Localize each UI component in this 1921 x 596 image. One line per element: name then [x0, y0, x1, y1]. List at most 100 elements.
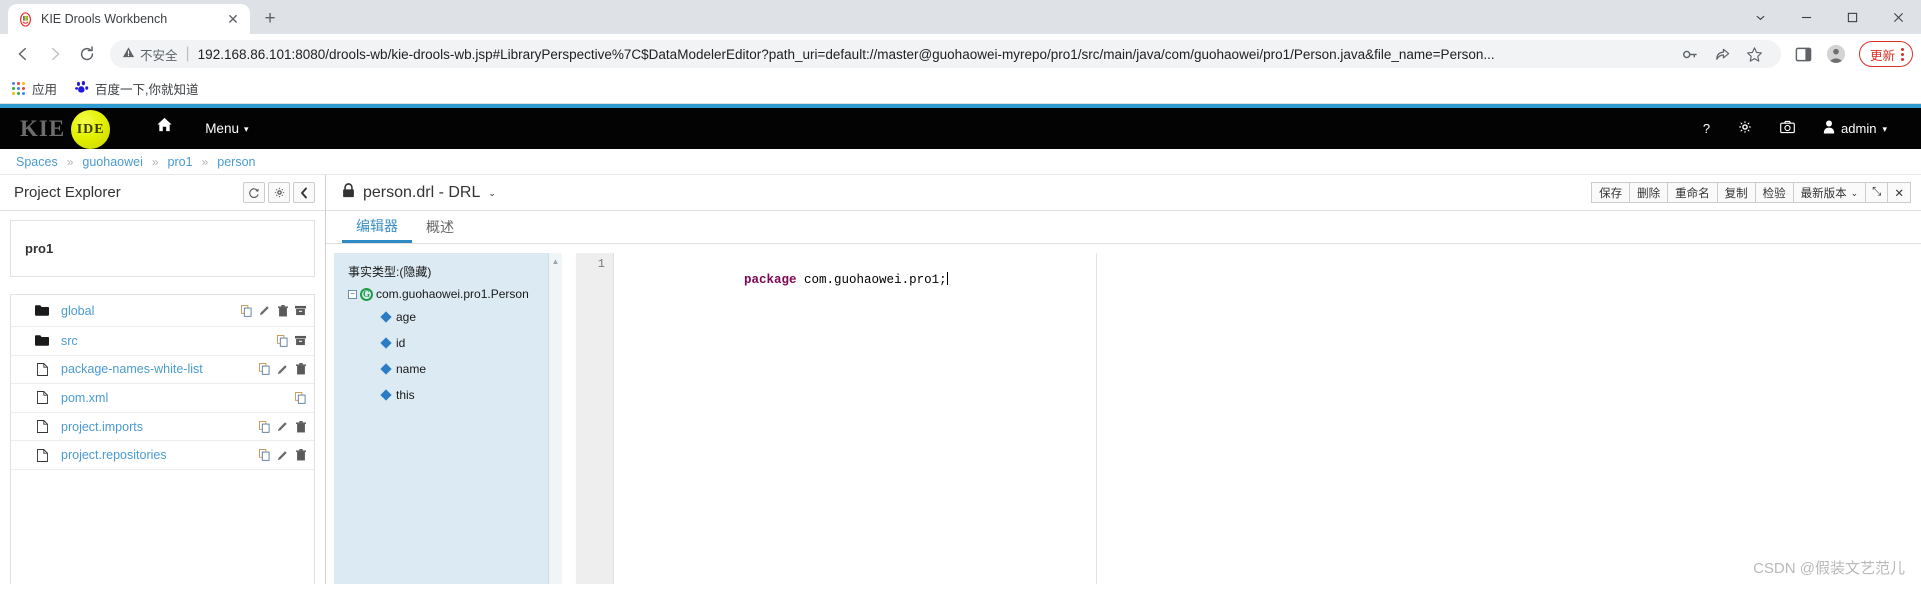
- collapse-button[interactable]: [293, 182, 315, 203]
- list-item[interactable]: src: [11, 327, 314, 356]
- latest-version-label: 最新版本: [1800, 187, 1847, 200]
- archive-icon[interactable]: [295, 305, 306, 317]
- url-text[interactable]: 192.168.86.101:8080/drools-wb/kie-drools…: [198, 47, 1677, 62]
- close-button[interactable]: ✕: [1887, 182, 1911, 203]
- maximize-button[interactable]: ⤡: [1865, 182, 1889, 203]
- fact-field-label: age: [396, 310, 417, 324]
- delete-button[interactable]: 删除: [1629, 182, 1669, 203]
- share-icon[interactable]: [1709, 40, 1737, 68]
- help-button[interactable]: ?: [1689, 108, 1724, 149]
- copy-icon[interactable]: [259, 363, 270, 376]
- file-icon: [35, 448, 49, 462]
- refresh-button[interactable]: [243, 182, 265, 203]
- copy-icon[interactable]: [295, 392, 306, 404]
- list-item[interactable]: pom.xml: [11, 384, 314, 413]
- copy-icon[interactable]: [277, 334, 288, 347]
- file-icon: [35, 420, 49, 434]
- address-bar[interactable]: 不安全 | 192.168.86.101:8080/drools-wb/kie-…: [110, 40, 1781, 68]
- key-icon[interactable]: [1677, 40, 1705, 68]
- editor-filename-dropdown[interactable]: person.drl - DRL ⌄: [342, 182, 496, 203]
- browser-chrome: KIE Drools Workbench ✕ + 不安全 | 192.168.8…: [0, 0, 1921, 104]
- row-actions: [241, 304, 306, 317]
- security-warning[interactable]: 不安全: [122, 45, 178, 64]
- edit-icon[interactable]: [277, 449, 288, 461]
- delete-icon[interactable]: [295, 363, 306, 375]
- fact-panel-scrollbar[interactable]: ▲: [548, 253, 562, 584]
- tree-collapse-icon[interactable]: −: [348, 289, 357, 299]
- editor-header: person.drl - DRL ⌄ 保存 删除 重命名 复制 检验 最新版本 …: [326, 175, 1921, 211]
- breadcrumb-item-guohaowei[interactable]: guohaowei: [82, 155, 142, 169]
- window-minimize-button[interactable]: [1783, 0, 1829, 34]
- archive-icon[interactable]: [295, 335, 306, 347]
- list-item-label[interactable]: src: [61, 334, 265, 348]
- reload-button[interactable]: [72, 39, 102, 69]
- tab-overview[interactable]: 概述: [412, 211, 468, 243]
- fact-field[interactable]: id: [380, 336, 548, 350]
- tab-close-icon[interactable]: ✕: [225, 11, 241, 27]
- kie-logo[interactable]: KIE IDE: [20, 109, 111, 149]
- list-item[interactable]: global: [11, 295, 314, 327]
- profile-avatar-icon[interactable]: [1821, 39, 1851, 69]
- list-item-label[interactable]: project.repositories: [61, 448, 247, 462]
- field-diamond-icon: [380, 311, 392, 323]
- row-actions: [277, 334, 306, 347]
- kebab-menu-icon[interactable]: [1901, 47, 1904, 61]
- scroll-up-icon[interactable]: ▲: [552, 257, 560, 584]
- edit-icon[interactable]: [259, 305, 270, 317]
- filename-chevron-down-icon: ⌄: [488, 188, 496, 198]
- home-button[interactable]: [140, 108, 189, 149]
- update-button[interactable]: 更新: [1858, 41, 1913, 67]
- code-text-area[interactable]: package com.guohaowei.pro1;: [614, 253, 1921, 584]
- copy-icon[interactable]: [259, 420, 270, 433]
- delete-icon[interactable]: [277, 304, 288, 317]
- menu-button[interactable]: Menu ▾: [189, 108, 264, 149]
- list-item-label[interactable]: global: [61, 304, 229, 318]
- breadcrumb-item-spaces[interactable]: Spaces: [16, 155, 58, 169]
- side-panel-button[interactable]: [1789, 39, 1819, 69]
- list-item[interactable]: project.repositories: [11, 441, 314, 470]
- save-button[interactable]: 保存: [1591, 182, 1631, 203]
- rename-button[interactable]: 重命名: [1667, 182, 1718, 203]
- project-explorer: Project Explorer pro1 global src package…: [0, 175, 326, 584]
- validate-button[interactable]: 检验: [1754, 182, 1794, 203]
- list-item-label[interactable]: project.imports: [61, 420, 247, 434]
- copy-button[interactable]: 复制: [1716, 182, 1756, 203]
- delete-icon[interactable]: [295, 449, 306, 461]
- project-card[interactable]: pro1: [10, 220, 315, 277]
- browser-tab[interactable]: KIE Drools Workbench ✕: [8, 4, 250, 34]
- list-item-label[interactable]: pom.xml: [61, 391, 283, 405]
- edit-icon[interactable]: [277, 421, 288, 433]
- bookmark-baidu[interactable]: 百度一下,你就知道: [75, 79, 199, 98]
- list-item[interactable]: project.imports: [11, 413, 314, 442]
- new-tab-button[interactable]: +: [256, 4, 284, 32]
- fact-field[interactable]: name: [380, 362, 548, 376]
- copy-icon[interactable]: [259, 449, 270, 461]
- bookmark-apps[interactable]: 应用: [12, 79, 57, 98]
- back-button[interactable]: [8, 39, 38, 69]
- fact-type-root[interactable]: − G com.guohaowei.pro1.Person: [348, 287, 548, 301]
- list-item-label[interactable]: package-names-white-list: [61, 362, 247, 376]
- edit-icon[interactable]: [277, 363, 288, 375]
- user-menu[interactable]: admin ▾: [1809, 108, 1901, 149]
- copy-icon[interactable]: [241, 304, 252, 317]
- settings-button[interactable]: [1724, 108, 1766, 149]
- star-icon[interactable]: [1741, 40, 1769, 68]
- forward-button[interactable]: [40, 39, 70, 69]
- latest-version-button[interactable]: 最新版本 ⌄: [1792, 182, 1867, 203]
- breadcrumb-item-pro1[interactable]: pro1: [168, 155, 193, 169]
- row-actions: [259, 363, 306, 376]
- list-item[interactable]: package-names-white-list: [11, 356, 314, 385]
- window-minimize-extra-button[interactable]: [1737, 0, 1783, 34]
- fact-field[interactable]: age: [380, 310, 548, 324]
- breadcrumb-item-person[interactable]: person: [217, 155, 255, 169]
- field-diamond-icon: [380, 363, 392, 375]
- breadcrumb-separator: »: [201, 154, 209, 169]
- window-maximize-button[interactable]: [1829, 0, 1875, 34]
- delete-icon[interactable]: [295, 420, 306, 433]
- settings-button[interactable]: [268, 182, 290, 203]
- chevron-down-icon: ▾: [243, 124, 249, 134]
- tab-editor[interactable]: 编辑器: [342, 211, 412, 243]
- window-close-button[interactable]: [1875, 0, 1921, 34]
- camera-button[interactable]: [1766, 108, 1809, 149]
- fact-field[interactable]: this: [380, 388, 548, 402]
